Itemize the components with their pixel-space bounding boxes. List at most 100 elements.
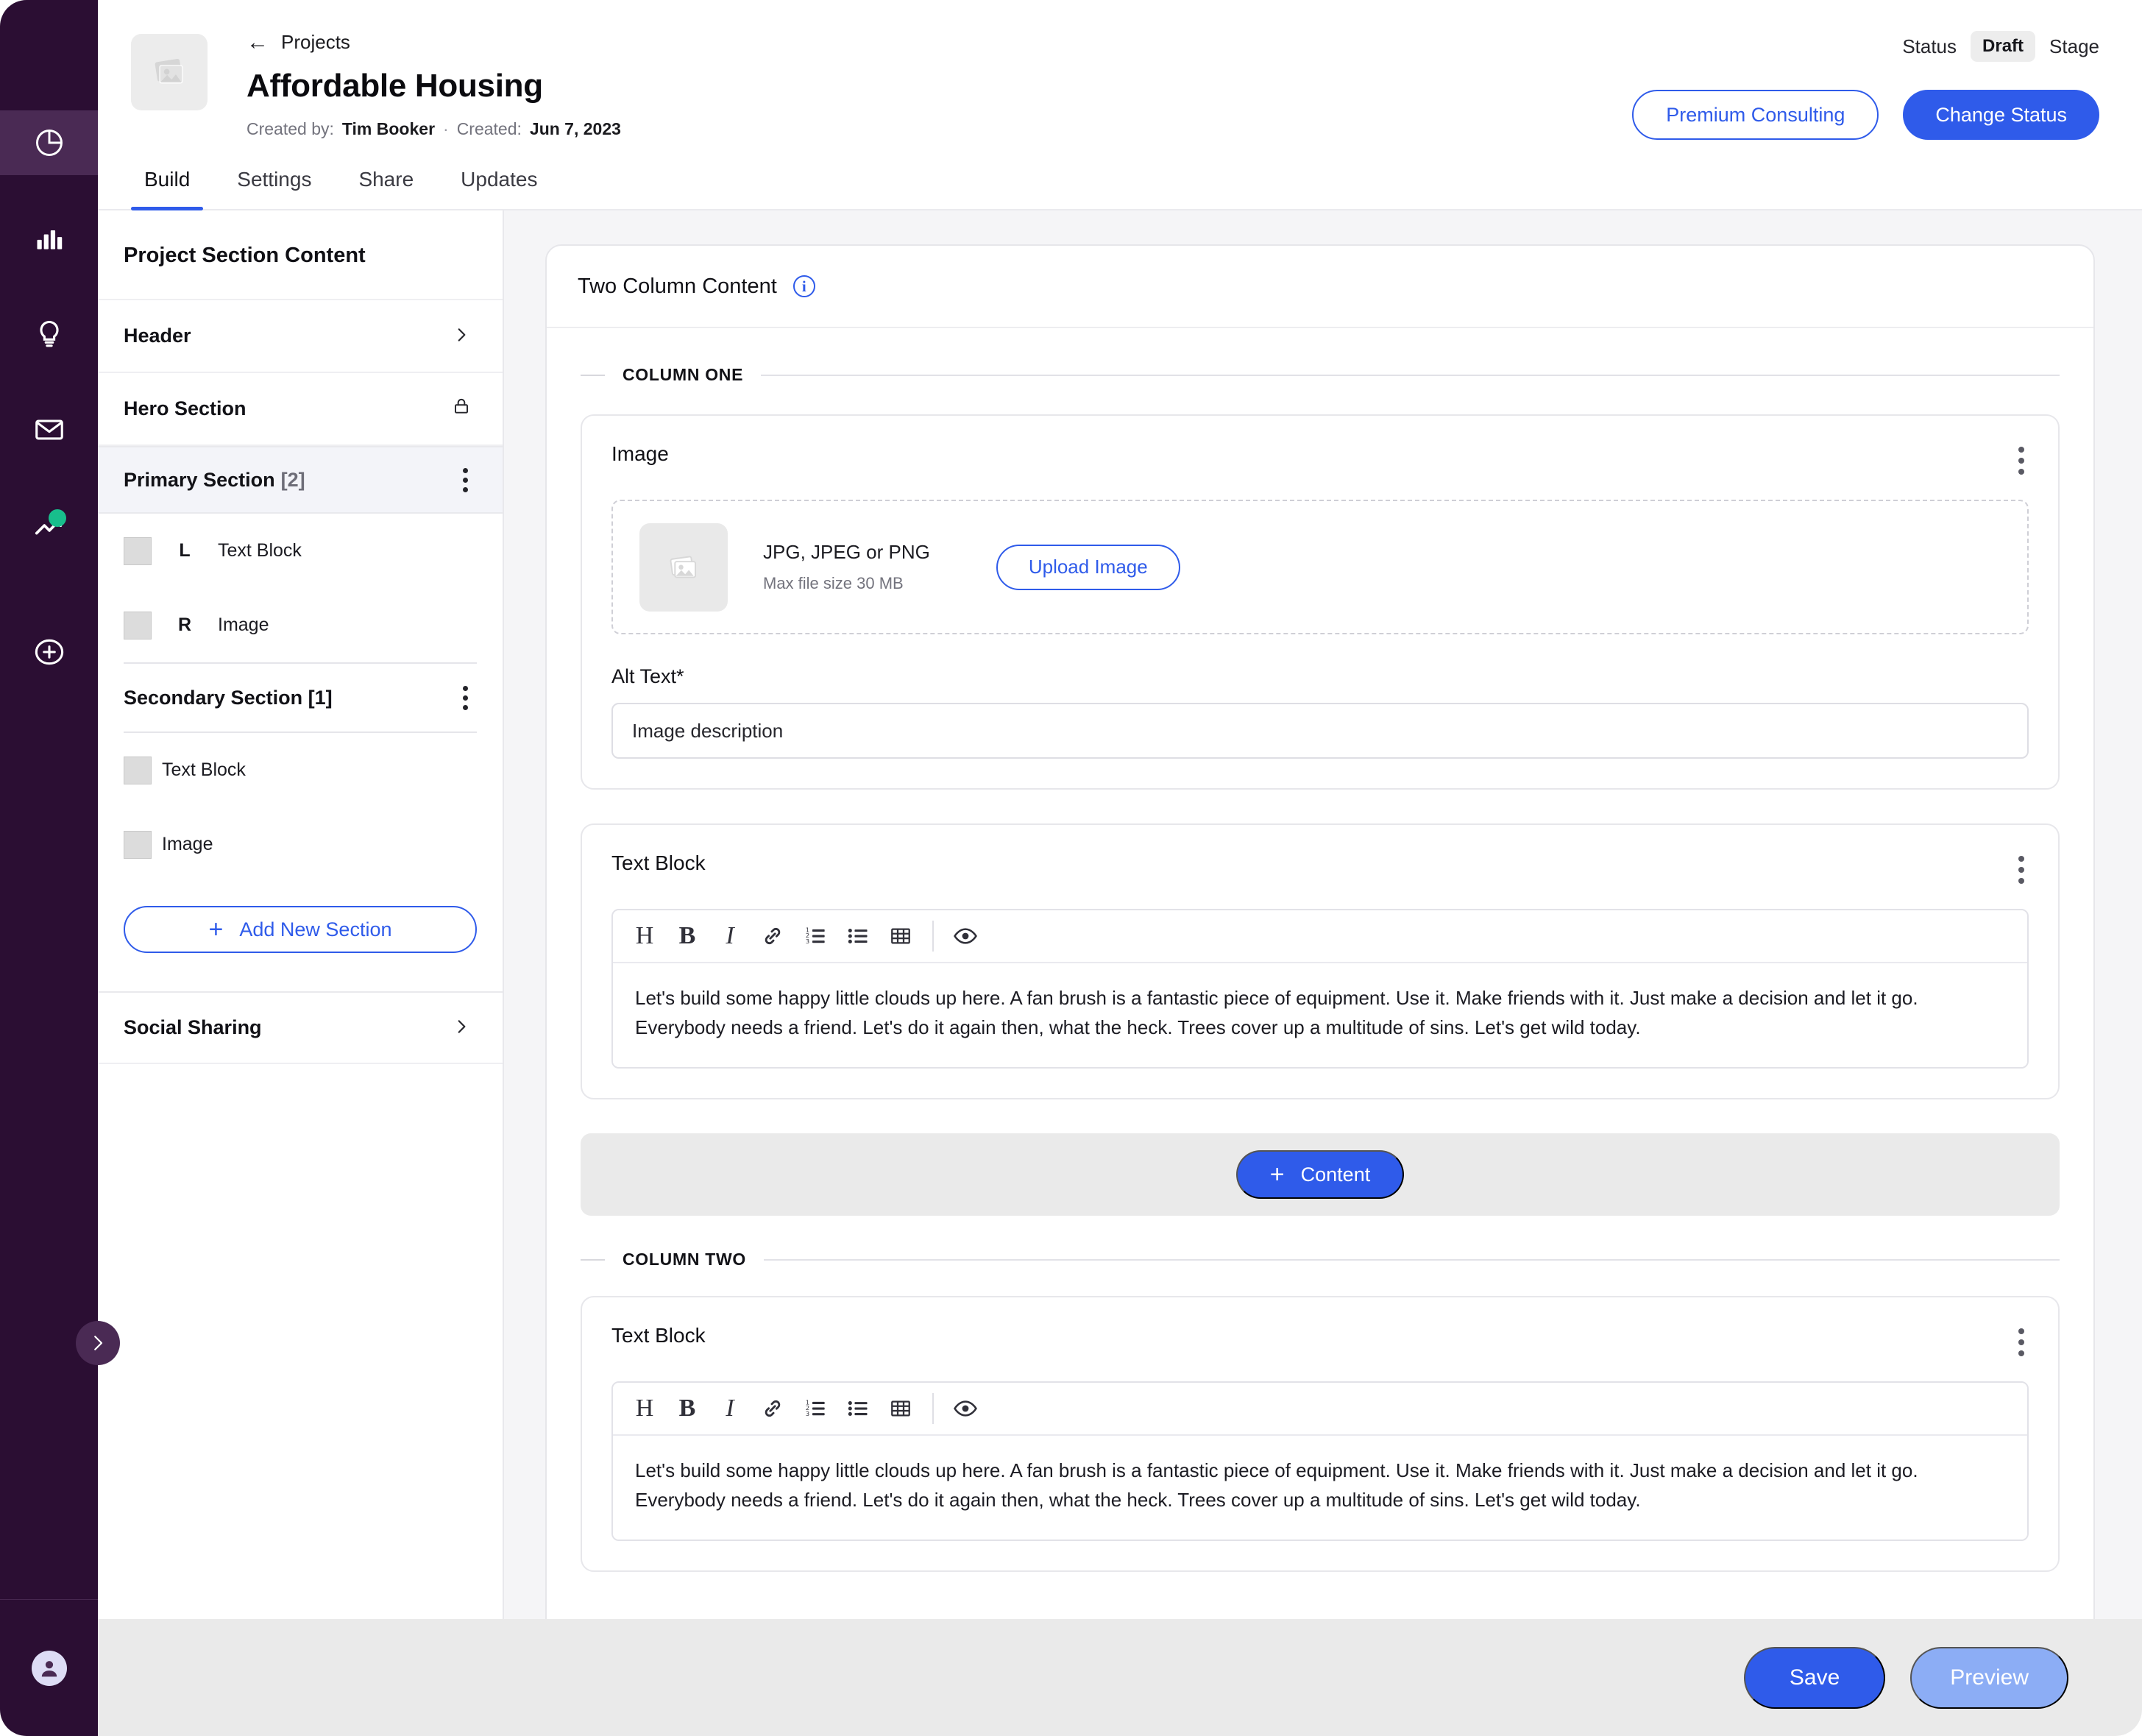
page-title: Affordable Housing xyxy=(247,68,543,104)
rail-item-analytics[interactable] xyxy=(0,206,98,271)
stage-label: Stage xyxy=(2049,35,2099,57)
expand-rail-chevron[interactable] xyxy=(76,1321,120,1365)
position-label: R xyxy=(177,614,192,635)
image-block-title: Image xyxy=(611,442,669,465)
hero-row-right xyxy=(452,396,471,422)
list-item[interactable]: L Text Block xyxy=(98,514,503,588)
italic-icon[interactable]: I xyxy=(709,915,751,957)
info-icon[interactable]: i xyxy=(792,275,815,297)
tab-share[interactable]: Share xyxy=(335,168,437,209)
created-by-label: Created by: xyxy=(247,119,334,138)
image-dropzone[interactable]: JPG, JPEG or PNG Max file size 30 MB Upl… xyxy=(611,500,2029,634)
bullet-list-icon[interactable] xyxy=(837,1387,879,1430)
bold-icon[interactable]: B xyxy=(666,915,709,957)
rich-text-editor: H B I 1 2 3 Let's build some happy littl… xyxy=(611,1381,2029,1542)
sidebar-item-hero-section[interactable]: Hero Section xyxy=(98,373,503,446)
preview-button[interactable]: Preview xyxy=(1910,1646,2068,1709)
sidebar-item-hero-label: Hero Section xyxy=(124,397,247,419)
image-block-header: Image xyxy=(582,416,2058,479)
sidebar-group-secondary-section[interactable]: Secondary Section [1] xyxy=(98,664,503,731)
primary-section-menu-icon[interactable] xyxy=(460,465,471,495)
sidebar-item-social-sharing[interactable]: Social Sharing xyxy=(98,991,503,1064)
bold-icon[interactable]: B xyxy=(666,1387,709,1430)
upload-image-button[interactable]: Upload Image xyxy=(996,544,1180,590)
sidebar-group-primary-section[interactable]: Primary Section [2] xyxy=(98,446,503,514)
rail-account-area[interactable] xyxy=(0,1600,98,1736)
link-icon[interactable] xyxy=(751,1387,794,1430)
tab-build[interactable]: Build xyxy=(131,168,213,210)
chevron-right-icon[interactable] xyxy=(452,324,471,349)
add-content-bar: + Content xyxy=(581,1133,2060,1216)
alt-text-input[interactable] xyxy=(611,703,2029,759)
list-item-label: Text Block xyxy=(162,759,246,780)
plus-icon: + xyxy=(208,915,224,943)
breadcrumb[interactable]: ← Projects xyxy=(247,31,621,54)
page-header: ← Projects Affordable Housing Created by… xyxy=(98,0,2142,140)
body-split: Project Section Content Header Hero Sect… xyxy=(98,210,2142,1736)
secondary-section-menu-icon[interactable] xyxy=(460,683,471,713)
drag-handle-box[interactable] xyxy=(124,756,152,784)
sidebar-item-header[interactable]: Header xyxy=(98,300,503,373)
card-header: Two Column Content i xyxy=(547,246,2093,328)
ordered-list-icon[interactable]: 1 2 3 xyxy=(794,915,837,957)
svg-text:3: 3 xyxy=(806,1410,809,1417)
tab-settings[interactable]: Settings xyxy=(213,168,335,209)
back-arrow-icon[interactable]: ← xyxy=(247,31,269,54)
drag-handle-box[interactable] xyxy=(124,611,152,640)
table-icon[interactable] xyxy=(879,915,922,957)
add-content-button[interactable]: + Content xyxy=(1235,1150,1405,1200)
text-block-two: Text Block H B I 1 2 3 Let's build some … xyxy=(581,1296,2060,1573)
preview-eye-icon[interactable] xyxy=(944,1387,987,1430)
link-icon[interactable] xyxy=(751,915,794,957)
heading-icon[interactable]: H xyxy=(623,915,666,957)
add-new-section-button[interactable]: + Add New Section xyxy=(124,906,477,953)
card-body: COLUMN ONE Image JPG, JPEG or PNG Max fi… xyxy=(547,328,2093,1640)
svg-text:3: 3 xyxy=(806,938,809,945)
heading-icon[interactable]: H xyxy=(623,1387,666,1430)
drag-handle-box[interactable] xyxy=(124,536,152,565)
rail-item-messages[interactable] xyxy=(0,397,98,462)
chevron-right-icon[interactable] xyxy=(452,1016,471,1041)
save-button[interactable]: Save xyxy=(1743,1646,1886,1709)
text-block-one-content[interactable]: Let's build some happy little clouds up … xyxy=(613,963,2027,1068)
app-window: ← Projects Affordable Housing Created by… xyxy=(0,0,2142,1736)
divider-stub xyxy=(581,374,605,376)
breadcrumb-label[interactable]: Projects xyxy=(281,31,350,54)
column-two-label: COLUMN TWO xyxy=(623,1250,746,1269)
rail-item-insights[interactable] xyxy=(0,302,98,366)
list-item-label: Text Block xyxy=(218,540,302,561)
text-block-two-content[interactable]: Let's build some happy little clouds up … xyxy=(613,1436,2027,1540)
toolbar-separator xyxy=(932,1393,934,1425)
text-block-one-menu-icon[interactable] xyxy=(2014,851,2029,888)
rich-text-editor: H B I 1 2 3 Let's build some happy littl… xyxy=(611,909,2029,1069)
ordered-list-icon[interactable]: 1 2 3 xyxy=(794,1387,837,1430)
list-item[interactable]: R Image xyxy=(98,588,503,662)
text-block-two-title: Text Block xyxy=(611,1324,706,1347)
tab-updates[interactable]: Updates xyxy=(437,168,561,209)
text-block-two-menu-icon[interactable] xyxy=(2014,1324,2029,1361)
image-block-menu-icon[interactable] xyxy=(2014,442,2029,479)
table-icon[interactable] xyxy=(879,1387,922,1430)
status-badge[interactable]: Draft xyxy=(1971,31,2036,62)
rail-item-dashboard[interactable] xyxy=(0,110,98,175)
drag-handle-box[interactable] xyxy=(124,830,152,859)
rail-item-trends[interactable] xyxy=(0,493,98,558)
user-avatar[interactable] xyxy=(31,1650,67,1686)
primary-section-label: Primary Section xyxy=(124,468,275,491)
bar-chart-icon xyxy=(33,222,65,255)
list-item[interactable]: Image xyxy=(98,807,503,882)
rail-item-add[interactable] xyxy=(0,620,98,684)
add-content-label: Content xyxy=(1300,1163,1371,1186)
column-one-divider: COLUMN ONE xyxy=(581,365,2060,385)
preview-eye-icon[interactable] xyxy=(944,915,987,957)
change-status-button[interactable]: Change Status xyxy=(1903,90,2099,140)
list-item[interactable]: Text Block xyxy=(98,733,503,807)
italic-icon[interactable]: I xyxy=(709,1387,751,1430)
lightbulb-icon xyxy=(33,318,65,350)
footer-action-bar: Save Preview xyxy=(98,1619,2142,1736)
max-file-size-label: Max file size 30 MB xyxy=(763,574,904,592)
premium-consulting-button[interactable]: Premium Consulting xyxy=(1632,90,1879,140)
status-label: Status xyxy=(1902,35,1957,57)
bullet-list-icon[interactable] xyxy=(837,915,879,957)
add-section-wrap: + Add New Section xyxy=(98,882,503,991)
